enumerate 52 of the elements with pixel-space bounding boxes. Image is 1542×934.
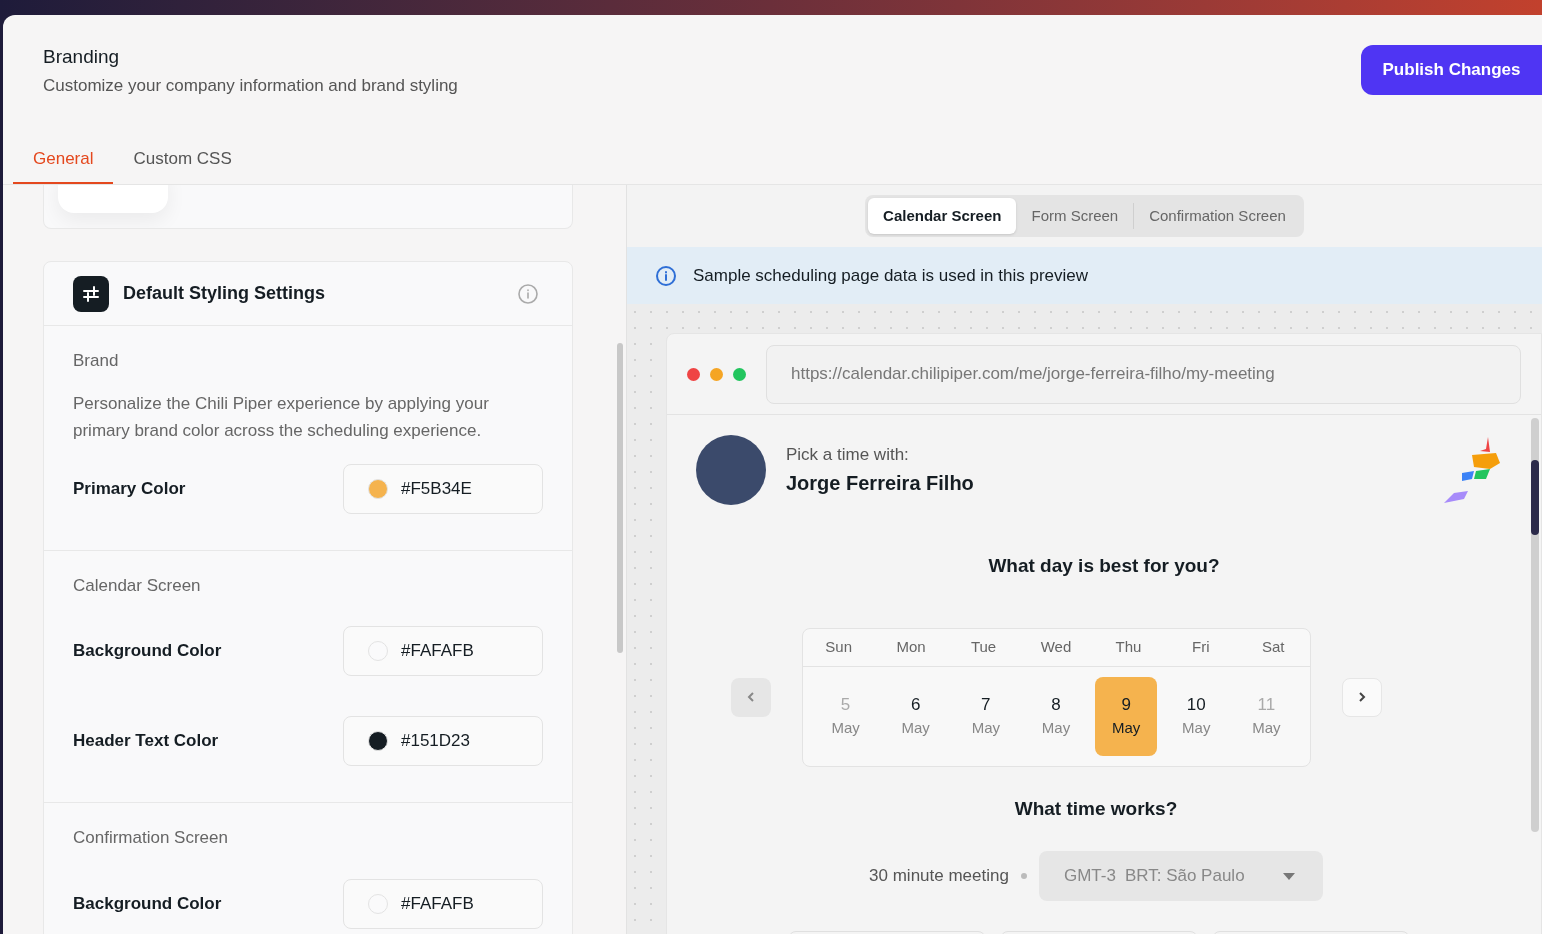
scrollbar[interactable] [617, 343, 623, 653]
weekday-label: Sat [1261, 636, 1286, 657]
section-description: Personalize the Chili Piper experience by applying your primary brand color across the scheduling experience. [73, 392, 490, 442]
day-button[interactable]: 9 May [1095, 676, 1158, 756]
day-button[interactable]: 6 May [884, 676, 947, 756]
weekday-label: Sun [824, 636, 854, 657]
weekday-label: Tue [969, 636, 998, 657]
info-icon[interactable] [517, 282, 539, 305]
color-field[interactable]: #F5B34E [343, 463, 543, 514]
section-heading: Calendar Screen [73, 574, 202, 597]
next-button[interactable] [1341, 677, 1382, 717]
section-heading: Confirmation Screen [73, 827, 229, 849]
weekday-label: Mon [895, 636, 927, 657]
section-heading: Brand [73, 350, 120, 372]
card-title: Default Styling Settings [123, 282, 326, 305]
field-label: Background Color [73, 892, 222, 915]
day-button[interactable]: 10 May [1165, 676, 1228, 756]
day-button[interactable]: 8 May [1025, 676, 1087, 756]
color-field[interactable]: #FAFAFB [343, 626, 543, 676]
page-subtitle: Customize your company information and brand styling [43, 74, 458, 97]
tab[interactable]: Custom CSS [113, 136, 252, 184]
color-field[interactable]: #151D23 [343, 716, 543, 766]
publish-button[interactable]: Publish Changes [1361, 45, 1542, 95]
screen-tab[interactable]: Form Screen [1016, 198, 1134, 234]
day-button: 11 May [1235, 676, 1298, 756]
caret-icon [1282, 872, 1295, 880]
notice-text: Sample scheduling page data is used in this preview [693, 264, 1089, 287]
weekday-label: Fri [1191, 636, 1211, 657]
time-question: What time works? [1013, 796, 1179, 821]
day-button: 5 May [814, 676, 877, 756]
url-bar[interactable]: https://calendar.chilipiper.com/me/jorge-ferreira-filho/my-meeting [766, 344, 1521, 404]
screen-tab[interactable]: Confirmation Screen [1134, 198, 1301, 234]
previous-button[interactable] [730, 677, 771, 717]
field-label: Background Color [73, 640, 222, 663]
host-name: Jorge Ferreira Filho [786, 470, 974, 496]
field-label: Header Text Color [73, 730, 219, 753]
weekday-label: Wed [1039, 636, 1073, 657]
scrollbar[interactable] [1531, 418, 1539, 832]
page-title: Branding [43, 45, 121, 69]
field-label: Primary Color [73, 477, 186, 500]
info-icon [655, 264, 677, 287]
color-swatch[interactable] [368, 478, 388, 499]
color-swatch[interactable] [368, 893, 388, 914]
weekday-label: Thu [1114, 636, 1143, 657]
screen-tab[interactable]: Calendar Screen [868, 198, 1017, 234]
day-button[interactable]: 7 May [954, 676, 1017, 756]
meeting-length: 30 minute meeting [869, 865, 1009, 888]
day-question: What day is best for you? [987, 554, 1221, 578]
color-swatch[interactable] [368, 731, 388, 751]
color-swatch[interactable] [368, 641, 388, 661]
color-field[interactable]: #FAFAFB [343, 878, 543, 929]
host-label: Pick a time with: [786, 444, 910, 467]
